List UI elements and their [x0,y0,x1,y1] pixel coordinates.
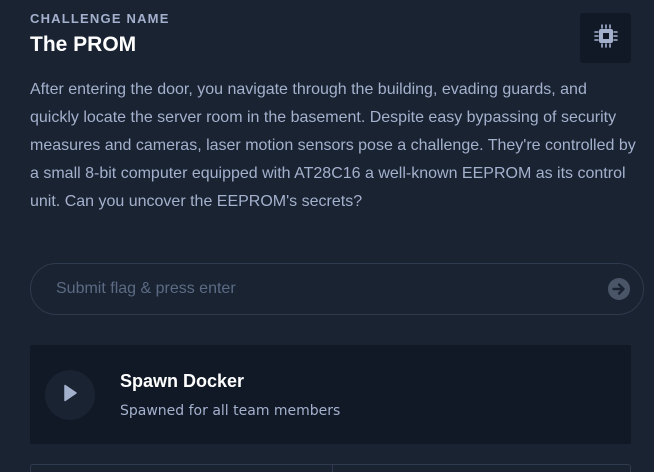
challenge-name-label: CHALLENGE NAME [30,11,170,26]
spawn-docker-card: Spawn Docker Spawned for all team member… [30,345,631,444]
chip-icon [593,23,619,54]
divider [332,465,333,472]
challenge-panel: CHALLENGE NAME The PROM After entering t… [0,0,654,472]
challenge-title: The PROM [30,33,137,56]
arrow-right-circle-icon[interactable] [607,277,631,301]
bottom-panel-row [30,464,631,472]
challenge-description: After entering the door, you navigate th… [30,81,636,210]
flag-submit-field[interactable] [30,263,644,315]
spawn-docker-subtitle: Spawned for all team members [120,403,341,419]
spawn-docker-title: Spawn Docker [120,371,245,391]
flag-input[interactable] [56,264,596,314]
category-button[interactable] [580,13,631,63]
spawn-docker-button[interactable] [45,370,95,420]
play-icon [62,384,78,407]
